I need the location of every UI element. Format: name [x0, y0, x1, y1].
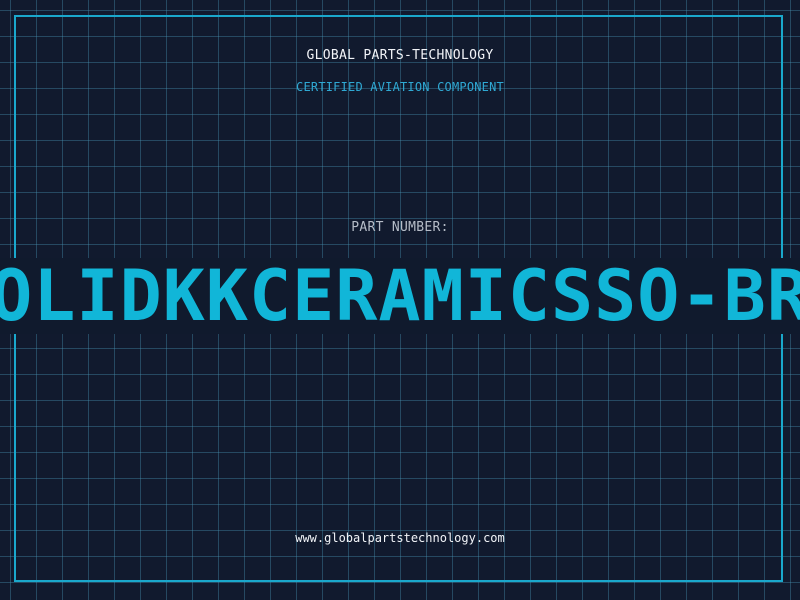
brand-tagline: CERTIFIED AVIATION COMPONENT [296, 80, 504, 94]
website-url: www.globalpartstechnology.com [295, 531, 505, 545]
part-number-band: SOLIDKKCERAMICSSO-BRA [0, 258, 800, 334]
brand-name: GLOBAL PARTS-TECHNOLOGY [306, 48, 494, 63]
label-card: GLOBAL PARTS-TECHNOLOGY CERTIFIED AVIATI… [0, 0, 800, 600]
part-number-value: SOLIDKKCERAMICSSO-BRA [0, 258, 800, 334]
part-number-label: PART NUMBER: [351, 220, 449, 235]
